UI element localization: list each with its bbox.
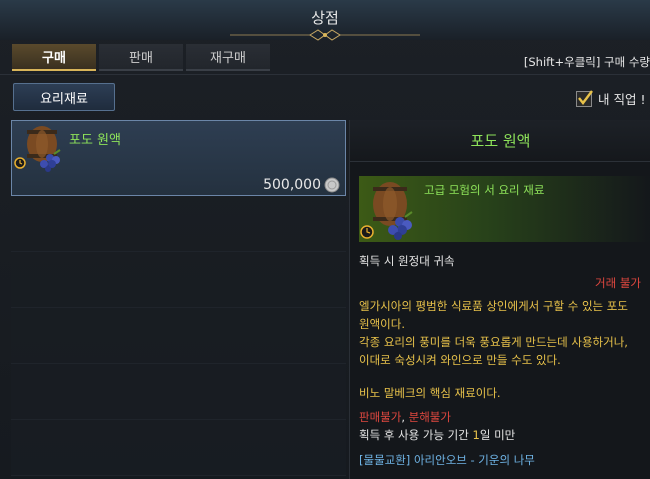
usage-period-prefix: 획득 후 사용 가능 기간 [359,428,473,442]
list-row-empty [11,196,346,252]
usage-period: 획득 후 사용 가능 기간 1일 미만 [359,427,515,443]
no-sell-label: 판매불가 [359,410,402,424]
title-bar: 상점 [0,0,650,41]
barter-info: [물물교환] 아리안오브 - 기운의 나무 [359,453,535,467]
item-name: 포도 원액 [69,133,121,148]
list-row-empty [11,308,346,364]
no-dismantle-label: 분해불가 [408,410,451,424]
shop-tabs: 구매 판매 재구매 [12,44,270,71]
item-price: 500,000 [263,177,321,193]
separator: , [401,410,409,424]
bind-info: 획득 시 원정대 귀속 [359,254,455,268]
shift-click-hint: [Shift+우클릭] 구매 수량 [523,55,650,69]
description-line: 원액이다. [359,317,405,331]
tab-sell[interactable]: 판매 [99,44,183,71]
shop-window: 상점 구매 판매 재구매 [Shift+우클릭] 구매 수량 요리재료 내 직업… [0,0,650,479]
description-line: 엘가시아의 평범한 식료품 상인에게서 구할 수 있는 포도 [359,299,628,313]
tab-buy[interactable]: 구매 [12,44,96,71]
divider [0,74,650,75]
silver-coin-icon [324,177,340,193]
description-line: 각종 요리의 풍미를 더욱 풍요롭게 만드는데 사용하거나, [359,335,628,349]
item-detail-panel: 포도 원액 고급 모험의 서 요리 재료 획득 시 원정대 귀속 거래 불가 엘… [349,120,650,479]
job-filter-checkbox[interactable] [576,89,593,107]
usage-period-number: 1 [472,428,480,442]
list-item-grape-juice[interactable]: 포도 원액 500,000 [11,120,346,196]
list-row-empty [11,364,346,420]
job-filter-label: 내 직업 ! [598,92,646,107]
restrictions: 판매불가, 분해불가 [359,409,451,425]
description-note: 비노 말베크의 핵심 재료이다. [359,386,501,400]
category-cooking-button[interactable]: 요리재료 [13,83,115,111]
description-line: 이대로 숙성시켜 와인으로 만들 수도 있다. [359,353,561,367]
window-title: 상점 [311,9,339,27]
item-list-empty-rows [11,196,346,476]
usage-period-suffix: 일 미만 [479,428,516,442]
wine-barrel-grapes-icon [360,182,413,240]
detail-title: 포도 원액 [350,120,650,162]
list-row-empty [11,420,346,476]
checkmark-icon [578,89,593,105]
list-row-empty [11,252,346,308]
job-filter-toggle[interactable]: 내 직업 ! [576,89,645,108]
tab-rebuy[interactable]: 재구매 [186,44,270,71]
detail-subtitle: 고급 모험의 서 요리 재료 [424,183,545,197]
trade-status: 거래 불가 [595,276,641,290]
wine-barrel-grapes-icon [14,126,61,172]
title-ornament-icon [230,29,420,41]
